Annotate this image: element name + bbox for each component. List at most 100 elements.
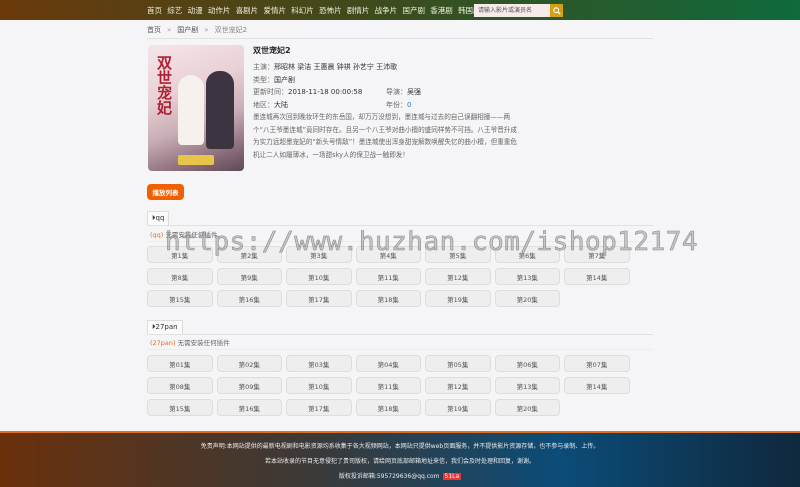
nav-item[interactable]: 首页 — [147, 5, 162, 16]
nav-item[interactable]: 国产剧 — [402, 5, 425, 16]
episode-button[interactable]: 第3集 — [286, 246, 352, 263]
cast-value: 邢昭林 梁洁 王惠晨 钟祺 孙艺宁 王沛歌 — [274, 63, 398, 71]
source-note-text: 无需安装任何插件 — [177, 339, 230, 347]
footer: 免责声明:本网站提供的最新电视剧和电影资源均系收集于各大视频网站，本网站只提供w… — [0, 431, 800, 487]
movie-poster[interactable]: 双世宠妃 — [148, 45, 244, 171]
episode-button[interactable]: 第4集 — [355, 246, 421, 263]
source-tab-qq[interactable]: ⏵qq — [147, 211, 170, 225]
main-nav: 首页综艺动漫动作片喜剧片爱情片科幻片恐怖片剧情片战争片国产剧香港剧韩国剧欧美剧 — [147, 0, 514, 20]
poster-title: 双世宠妃 — [155, 55, 173, 115]
episode-button[interactable]: 第12集 — [425, 377, 491, 394]
source-tab-27pan[interactable]: ⏵27pan — [147, 320, 183, 334]
cast-label: 主演： — [253, 63, 274, 71]
episode-button[interactable]: 第17集 — [286, 290, 352, 307]
episode-button[interactable]: 第5集 — [425, 246, 491, 263]
source-note-text: 无需安装任何插件 — [165, 231, 218, 239]
episode-button[interactable]: 第03集 — [286, 355, 352, 372]
divider — [147, 349, 653, 350]
year-label: 年份： — [386, 100, 407, 109]
breadcrumb-separator: » — [204, 26, 209, 34]
episode-button[interactable]: 第16集 — [216, 399, 282, 416]
episode-button[interactable]: 第04集 — [355, 355, 421, 372]
source-tab-label: 27pan — [155, 323, 178, 331]
episode-button[interactable]: 第2集 — [216, 246, 282, 263]
episode-button[interactable]: 第15集 — [147, 290, 213, 307]
episode-button[interactable]: 第9集 — [216, 268, 282, 285]
episode-button[interactable]: 第08集 — [147, 377, 213, 394]
episode-list: 第1集 第2集 第3集 第4集 第5集 第6集 第7集 第8集 第9集 第10集 第11集 第12集第… — [147, 246, 637, 307]
episode-button[interactable]: 第15集 — [147, 399, 213, 416]
divider — [147, 38, 653, 39]
source-note-tag: (qq) — [150, 231, 164, 239]
episode-button[interactable]: 第05集 — [425, 355, 491, 372]
update-label: 更新时间： — [253, 88, 288, 96]
episode-button[interactable]: 第12集 — [425, 268, 491, 285]
poster-logo — [178, 155, 214, 165]
episode-button[interactable]: 第7集 — [564, 246, 630, 263]
nav-item[interactable]: 爱情片 — [263, 5, 286, 16]
footer-disclaimer: 免责声明:本网站提供的最新电视剧和电影资源均系收集于各大视频网站，本网站只提供w… — [200, 443, 600, 450]
episode-button[interactable]: 第16集 — [216, 290, 282, 307]
episode-button[interactable]: 第11集 — [355, 377, 421, 394]
episode-button[interactable]: 第07集 — [564, 355, 630, 372]
episode-button[interactable]: 第09集 — [216, 377, 282, 394]
breadcrumb-home[interactable]: 首页 — [147, 26, 161, 34]
nav-item[interactable]: 香港剧 — [430, 5, 453, 16]
nav-item[interactable]: 剧情片 — [347, 5, 370, 16]
poster-figure — [206, 71, 234, 149]
episode-button[interactable]: 第20集 — [494, 290, 560, 307]
episode-button[interactable]: 第02集 — [216, 355, 282, 372]
nav-item[interactable]: 战争片 — [375, 5, 398, 16]
episode-button[interactable]: 第10集 — [286, 377, 352, 394]
episode-button[interactable]: 第18集 — [355, 399, 421, 416]
source-note: (27pan) 无需安装任何插件 — [150, 337, 230, 347]
source-tab-label: qq — [155, 214, 165, 222]
episode-button[interactable]: 第18集 — [355, 290, 421, 307]
divider — [147, 334, 653, 335]
footer-contact: 版权投诉邮箱:595729636@qq.com — [338, 473, 440, 480]
nav-item[interactable]: 动作片 — [208, 5, 231, 16]
region-label: 地区： — [253, 100, 274, 109]
nav-item[interactable]: 动漫 — [188, 5, 203, 16]
source-note: (qq) 无需安装任何插件 — [150, 229, 217, 239]
nav-item[interactable]: 科幻片 — [291, 5, 314, 16]
episode-button[interactable]: 第11集 — [355, 268, 421, 285]
director-value: 吴强 — [407, 88, 421, 96]
stats-badge[interactable]: 51La — [442, 473, 462, 480]
episode-button[interactable]: 第10集 — [286, 268, 352, 285]
play-list-button[interactable]: 播放列表 — [147, 184, 184, 200]
director-label: 导演： — [386, 88, 407, 96]
episode-button[interactable]: 第20集 — [494, 399, 560, 416]
episode-button[interactable]: 第13集 — [494, 268, 560, 285]
movie-info: 双世宠妃2 主演：邢昭林 梁洁 王惠晨 钟祺 孙艺宁 王沛歌 类型：国产剧 更新… — [253, 45, 523, 161]
episode-button[interactable]: 第14集 — [564, 268, 630, 285]
breadcrumb-category[interactable]: 国产剧 — [177, 26, 198, 34]
breadcrumb: 首页 » 国产剧 » 双世宠妃2 — [147, 25, 247, 35]
episode-button[interactable]: 第19集 — [425, 290, 491, 307]
episode-button[interactable]: 第13集 — [494, 377, 560, 394]
nav-item[interactable]: 恐怖片 — [319, 5, 342, 16]
movie-description: 墨连城再次回到晚妆环生的东岳国，却万万没想到，墨连城与过去的自己误翻相撞——两个… — [253, 113, 517, 159]
footer-copyright-note: 若本站收录的节目无意侵犯了贵司版权，请给网页底部邮箱地址来信，我们会及时处理和回… — [264, 458, 535, 465]
search-input[interactable]: 请输入影片或演员名 — [474, 4, 550, 17]
episode-button[interactable]: 第06集 — [494, 355, 560, 372]
poster-figure — [178, 75, 204, 145]
episode-button[interactable]: 第14集 — [564, 377, 630, 394]
divider — [147, 225, 653, 226]
movie-title: 双世宠妃2 — [253, 46, 291, 55]
search-button[interactable] — [550, 4, 563, 17]
episode-button[interactable]: 第1集 — [147, 246, 213, 263]
nav-item[interactable]: 喜剧片 — [236, 5, 259, 16]
source-note-tag: (27pan) — [150, 339, 176, 347]
nav-item[interactable]: 综艺 — [167, 5, 182, 16]
episode-button[interactable]: 第8集 — [147, 268, 213, 285]
episode-button[interactable]: 第19集 — [425, 399, 491, 416]
year-value: 0 — [407, 100, 412, 109]
update-value: 2018-11-18 00:00:58 — [288, 88, 363, 96]
episode-button[interactable]: 第01集 — [147, 355, 213, 372]
breadcrumb-current: 双世宠妃2 — [214, 26, 248, 34]
divider — [147, 241, 653, 242]
episode-button[interactable]: 第6集 — [494, 246, 560, 263]
episode-button[interactable]: 第17集 — [286, 399, 352, 416]
episode-list: 第01集 第02集 第03集 第04集 第05集 第06集 第07集第08集 第09集 第10集… — [147, 355, 637, 416]
